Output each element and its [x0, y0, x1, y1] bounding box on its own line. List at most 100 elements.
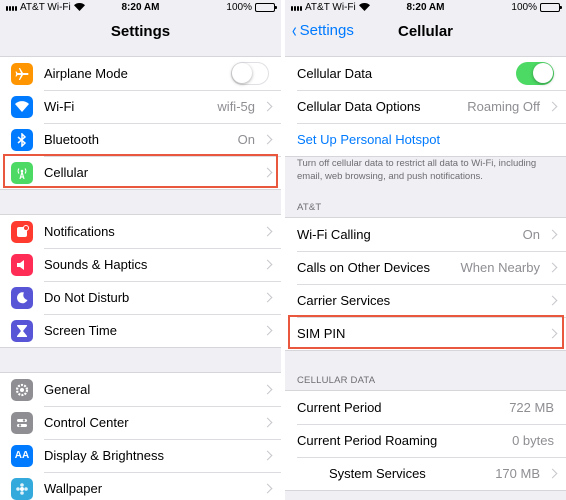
connectivity-group: Airplane Mode Wi-Fi wifi-5g Bluetooth On… — [0, 56, 281, 190]
sounds-label: Sounds & Haptics — [44, 257, 148, 272]
airplane-mode-toggle[interactable] — [231, 62, 269, 85]
battery-icon — [540, 3, 562, 12]
bluetooth-value: On — [237, 132, 255, 147]
do-not-disturb-row[interactable]: Do Not Disturb — [0, 281, 281, 314]
chevron-right-icon — [262, 292, 273, 303]
bluetooth-row[interactable]: Bluetooth On — [0, 123, 281, 156]
chevron-right-icon — [262, 450, 273, 461]
carrier-services-label: Carrier Services — [297, 293, 391, 308]
wifi-calling-row[interactable]: Wi-Fi Calling On — [285, 218, 566, 251]
wallpaper-icon — [11, 477, 33, 500]
do-not-disturb-label: Do Not Disturb — [44, 290, 130, 305]
calls-other-devices-label: Calls on Other Devices — [297, 260, 430, 275]
system-services-value: 170 MB — [495, 466, 540, 481]
battery-percent: 100% — [511, 2, 537, 13]
nav-bar: Settings — [0, 16, 281, 46]
cellular-footer-note: Turn off cellular data to restrict all d… — [297, 158, 537, 182]
status-bar: AT&T Wi-Fi 8:20 AM 100% — [285, 0, 566, 16]
cellular-data-group: Cellular Data Cellular Data Options Roam… — [285, 56, 566, 157]
wallpaper-row[interactable]: Wallpaper — [0, 472, 281, 500]
gear-icon — [11, 378, 33, 401]
airplane-mode-label: Airplane Mode — [44, 66, 128, 81]
personal-hotspot-row[interactable]: Set Up Personal Hotspot — [285, 123, 566, 156]
wifi-label: Wi-Fi — [44, 99, 75, 114]
cellular-label: Cellular — [44, 165, 89, 180]
chevron-right-icon — [547, 101, 558, 112]
battery-icon — [255, 3, 277, 12]
wifi-row[interactable]: Wi-Fi wifi-5g — [0, 90, 281, 123]
control-center-label: Control Center — [44, 415, 129, 430]
settings-screen: AT&T Wi-Fi 8:20 AM 100% Settings Airplan… — [0, 0, 281, 500]
chevron-right-icon — [262, 226, 273, 237]
status-bar: AT&T Wi-Fi 8:20 AM 100% — [0, 0, 281, 16]
general-row[interactable]: General — [0, 373, 281, 406]
page-title: Cellular — [397, 23, 454, 40]
system-services-row[interactable]: System Services 170 MB — [285, 457, 566, 490]
chevron-right-icon — [262, 325, 273, 336]
display-label: Display & Brightness — [44, 448, 164, 463]
cellular-data-options-label: Cellular Data Options — [297, 99, 421, 114]
screen-time-row[interactable]: Screen Time — [0, 314, 281, 347]
current-period-roaming-row: Current Period Roaming 0 bytes — [285, 424, 566, 457]
airplane-icon — [11, 62, 33, 85]
chevron-right-icon — [262, 259, 273, 270]
general-label: General — [44, 382, 91, 397]
chevron-right-icon — [547, 468, 558, 479]
cellular-data-toggle[interactable] — [516, 62, 554, 85]
chevron-right-icon — [547, 295, 558, 306]
chevron-right-icon — [262, 417, 273, 428]
chevron-right-icon — [547, 229, 558, 240]
wifi-value: wifi-5g — [217, 99, 255, 114]
control-center-row[interactable]: Control Center — [0, 406, 281, 439]
system-services-label: System Services — [329, 466, 426, 481]
bluetooth-icon — [11, 128, 33, 151]
screen-time-label: Screen Time — [44, 323, 117, 338]
wifi-icon — [11, 95, 33, 118]
wifi-calling-label: Wi-Fi Calling — [297, 227, 371, 242]
sounds-row[interactable]: Sounds & Haptics — [0, 248, 281, 281]
cellular-row[interactable]: Cellular — [0, 156, 281, 189]
calls-other-devices-row[interactable]: Calls on Other Devices When Nearby — [285, 251, 566, 284]
current-period-label: Current Period — [297, 400, 382, 415]
chevron-right-icon — [262, 483, 273, 494]
cellular-screen: AT&T Wi-Fi 8:20 AM 100% ‹ Settings Cellu… — [285, 0, 566, 500]
chevron-right-icon — [262, 101, 273, 112]
chevron-right-icon — [262, 384, 273, 395]
carrier-group: Wi-Fi Calling On Calls on Other Devices … — [285, 217, 566, 351]
display-icon: AA — [11, 444, 33, 467]
current-period-row: Current Period 722 MB — [285, 391, 566, 424]
speaker-icon — [11, 253, 33, 276]
general-group: General Control Center AA Display & Brig… — [0, 372, 281, 500]
notifications-group: Notifications Sounds & Haptics Do Not Di… — [0, 214, 281, 348]
wifi-calling-value: On — [522, 227, 540, 242]
battery-percent: 100% — [226, 2, 252, 13]
chevron-right-icon — [547, 262, 558, 273]
notifications-icon — [11, 220, 33, 243]
bluetooth-label: Bluetooth — [44, 132, 99, 147]
wallpaper-label: Wallpaper — [44, 481, 103, 496]
notifications-label: Notifications — [44, 224, 115, 239]
chevron-right-icon — [547, 328, 558, 339]
carrier-section-header: AT&T — [297, 202, 322, 213]
cellular-antenna-icon — [11, 161, 33, 184]
carrier-services-row[interactable]: Carrier Services — [285, 284, 566, 317]
moon-icon — [11, 286, 33, 309]
current-period-roaming-label: Current Period Roaming — [297, 433, 438, 448]
usage-group: Current Period 722 MB Current Period Roa… — [285, 390, 566, 491]
current-period-roaming-value: 0 bytes — [512, 433, 554, 448]
hourglass-icon — [11, 319, 33, 342]
calls-other-devices-value: When Nearby — [460, 260, 540, 275]
display-row[interactable]: AA Display & Brightness — [0, 439, 281, 472]
nav-bar: ‹ Settings Cellular — [285, 16, 566, 46]
cellular-data-options-row[interactable]: Cellular Data Options Roaming Off — [285, 90, 566, 123]
current-period-value: 722 MB — [509, 400, 554, 415]
notifications-row[interactable]: Notifications — [0, 215, 281, 248]
personal-hotspot-link[interactable]: Set Up Personal Hotspot — [297, 132, 440, 147]
switches-icon — [11, 411, 33, 434]
cellular-data-row: Cellular Data — [285, 57, 566, 90]
cellular-data-label: Cellular Data — [297, 66, 373, 81]
chevron-right-icon — [262, 167, 273, 178]
sim-pin-row[interactable]: SIM PIN — [285, 317, 566, 350]
cellular-data-section-header: CELLULAR DATA — [297, 375, 376, 386]
cellular-data-options-value: Roaming Off — [467, 99, 540, 114]
